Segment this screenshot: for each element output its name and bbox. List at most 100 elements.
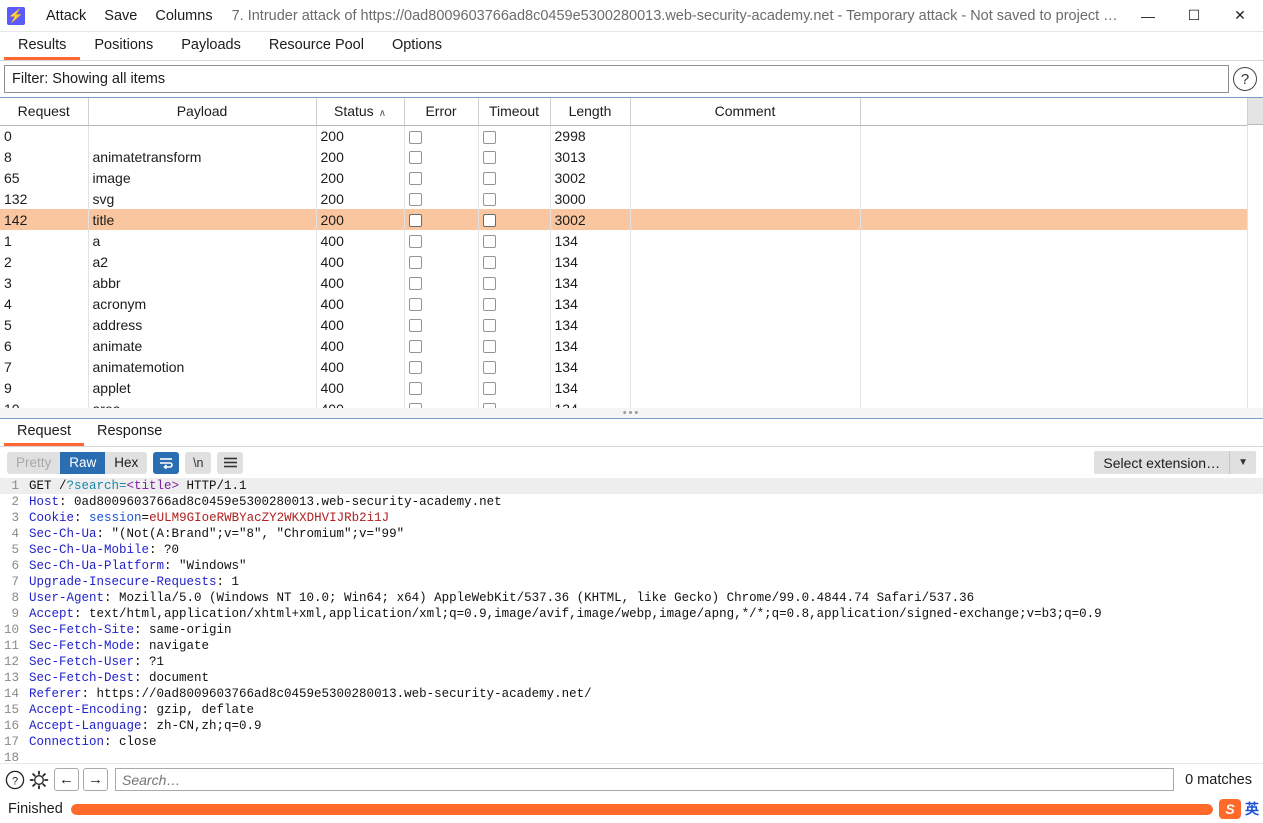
maximize-button[interactable]: ☐: [1171, 0, 1217, 31]
column-header-request[interactable]: Request: [0, 98, 89, 126]
tab-response[interactable]: Response: [84, 419, 175, 446]
cell-status: 400: [316, 293, 405, 314]
request-line-text[interactable]: GET /?search=<title> HTTP/1.1: [24, 478, 1263, 494]
error-checkbox[interactable]: [408, 277, 422, 291]
error-checkbox[interactable]: [408, 193, 422, 207]
timeout-checkbox[interactable]: [482, 319, 496, 333]
timeout-checkbox[interactable]: [482, 256, 496, 270]
request-line-text[interactable]: User-Agent: Mozilla/5.0 (Windows NT 10.0…: [24, 590, 1263, 606]
timeout-checkbox[interactable]: [482, 172, 496, 186]
error-checkbox[interactable]: [408, 235, 422, 249]
request-line-text[interactable]: Accept-Encoding: gzip, deflate: [24, 702, 1263, 718]
request-line-text[interactable]: Upgrade-Insecure-Requests: 1: [24, 574, 1263, 590]
hamburger-menu-icon[interactable]: [217, 451, 244, 474]
request-line-text[interactable]: Sec-Fetch-Mode: navigate: [24, 638, 1263, 654]
error-checkbox[interactable]: [408, 382, 422, 396]
ime-language-mode[interactable]: 英: [1245, 799, 1259, 819]
request-line-text[interactable]: Accept: text/html,application/xhtml+xml,…: [24, 606, 1263, 622]
request-line-text[interactable]: Cookie: session=eULM9GIoeRWBYacZY2WKXDHV…: [24, 510, 1263, 526]
column-header-error[interactable]: Error: [404, 98, 479, 126]
table-row[interactable]: 7 animatemotion 400 134: [0, 356, 1263, 377]
table-row[interactable]: 5 address 400 134: [0, 314, 1263, 335]
select-extension-dropdown[interactable]: Select extension… ▼: [1094, 451, 1256, 474]
table-row[interactable]: 2 a2 400 134: [0, 251, 1263, 272]
menu-columns[interactable]: Columns: [146, 4, 221, 28]
request-line-text[interactable]: Referer: https://0ad8009603766ad8c0459e5…: [24, 686, 1263, 702]
table-row[interactable]: 1 a 400 134: [0, 230, 1263, 251]
tab-results[interactable]: Results: [4, 32, 81, 60]
request-line-text[interactable]: Host: 0ad8009603766ad8c0459e5300280013.w…: [24, 494, 1263, 510]
timeout-checkbox[interactable]: [482, 151, 496, 165]
panel-splitter-handle[interactable]: •••: [0, 408, 1263, 418]
request-line-text[interactable]: Sec-Ch-Ua-Mobile: ?0: [24, 542, 1263, 558]
timeout-checkbox[interactable]: [482, 235, 496, 249]
gear-icon[interactable]: [28, 769, 50, 791]
error-checkbox[interactable]: [408, 130, 422, 144]
table-row[interactable]: 142 title 200 3002: [0, 209, 1263, 230]
search-back-icon[interactable]: ←: [54, 768, 79, 791]
search-forward-icon[interactable]: →: [83, 768, 108, 791]
table-row[interactable]: 8 animatetransform 200 3013: [0, 146, 1263, 167]
request-line: 14 Referer: https://0ad8009603766ad8c0459…: [0, 686, 1263, 702]
filter-help-icon[interactable]: ?: [1233, 67, 1257, 91]
menu-save[interactable]: Save: [95, 4, 146, 28]
sogou-ime-icon[interactable]: S: [1219, 799, 1241, 819]
timeout-checkbox[interactable]: [482, 298, 496, 312]
table-row[interactable]: 0 200 2998: [0, 125, 1263, 146]
request-line-text[interactable]: Sec-Fetch-Dest: document: [24, 670, 1263, 686]
error-checkbox[interactable]: [408, 319, 422, 333]
request-line-text[interactable]: Accept-Language: zh-CN,zh;q=0.9: [24, 718, 1263, 734]
view-mode-hex[interactable]: Hex: [105, 451, 148, 474]
column-header-timeout[interactable]: Timeout: [478, 98, 551, 126]
search-input[interactable]: [115, 768, 1175, 791]
table-row[interactable]: 3 abbr 400 134: [0, 272, 1263, 293]
column-header-status[interactable]: Status ∧: [316, 98, 405, 126]
request-line-text[interactable]: Connection: close: [24, 734, 1263, 750]
timeout-checkbox[interactable]: [482, 130, 496, 144]
error-checkbox[interactable]: [408, 298, 422, 312]
error-checkbox[interactable]: [408, 172, 422, 186]
timeout-checkbox[interactable]: [482, 193, 496, 207]
timeout-checkbox[interactable]: [482, 214, 496, 228]
column-header-comment[interactable]: Comment: [630, 98, 861, 126]
request-line-text[interactable]: [24, 750, 1263, 763]
minimize-button[interactable]: —: [1125, 0, 1171, 31]
column-header-length[interactable]: Length: [550, 98, 631, 126]
error-checkbox[interactable]: [408, 256, 422, 270]
tab-positions[interactable]: Positions: [80, 32, 167, 60]
menu-attack[interactable]: Attack: [37, 4, 95, 28]
tab-request[interactable]: Request: [4, 419, 85, 446]
table-row[interactable]: 132 svg 200 3000: [0, 188, 1263, 209]
tab-resource-pool[interactable]: Resource Pool: [255, 32, 378, 60]
timeout-checkbox[interactable]: [482, 361, 496, 375]
view-mode-raw[interactable]: Raw: [60, 451, 106, 474]
close-button[interactable]: ✕: [1217, 0, 1263, 31]
help-circle-icon[interactable]: ?: [4, 769, 26, 791]
table-row[interactable]: 6 animate 400 134: [0, 335, 1263, 356]
error-checkbox[interactable]: [408, 361, 422, 375]
ime-indicator[interactable]: S 英: [1213, 799, 1259, 819]
error-checkbox[interactable]: [408, 340, 422, 354]
results-table-scrollbar[interactable]: [1247, 125, 1263, 418]
timeout-checkbox[interactable]: [482, 340, 496, 354]
error-checkbox[interactable]: [408, 151, 422, 165]
request-line-text[interactable]: Sec-Ch-Ua: "(Not(A:Brand";v="8", "Chromi…: [24, 526, 1263, 542]
timeout-checkbox[interactable]: [482, 277, 496, 291]
request-viewer[interactable]: 1 GET /?search=<title> HTTP/1.1 2 Host: 0ad…: [0, 478, 1263, 763]
tab-options[interactable]: Options: [378, 32, 456, 60]
tab-payloads[interactable]: Payloads: [167, 32, 255, 60]
error-checkbox[interactable]: [408, 214, 422, 228]
message-tabstrip: Request Response: [0, 419, 1263, 447]
word-wrap-icon[interactable]: [153, 451, 180, 474]
request-line-text[interactable]: Sec-Ch-Ua-Platform: "Windows": [24, 558, 1263, 574]
view-mode-pretty[interactable]: Pretty: [7, 451, 61, 474]
table-row[interactable]: 65 image 200 3002: [0, 167, 1263, 188]
newline-icon[interactable]: \n: [185, 451, 212, 474]
timeout-checkbox[interactable]: [482, 382, 496, 396]
table-row[interactable]: 4 acronym 400 134: [0, 293, 1263, 314]
request-line-text[interactable]: Sec-Fetch-Site: same-origin: [24, 622, 1263, 638]
column-header-payload[interactable]: Payload: [88, 98, 317, 126]
filter-bar[interactable]: Filter: Showing all items: [4, 65, 1229, 93]
request-line-text[interactable]: Sec-Fetch-User: ?1: [24, 654, 1263, 670]
table-row[interactable]: 9 applet 400 134: [0, 377, 1263, 398]
